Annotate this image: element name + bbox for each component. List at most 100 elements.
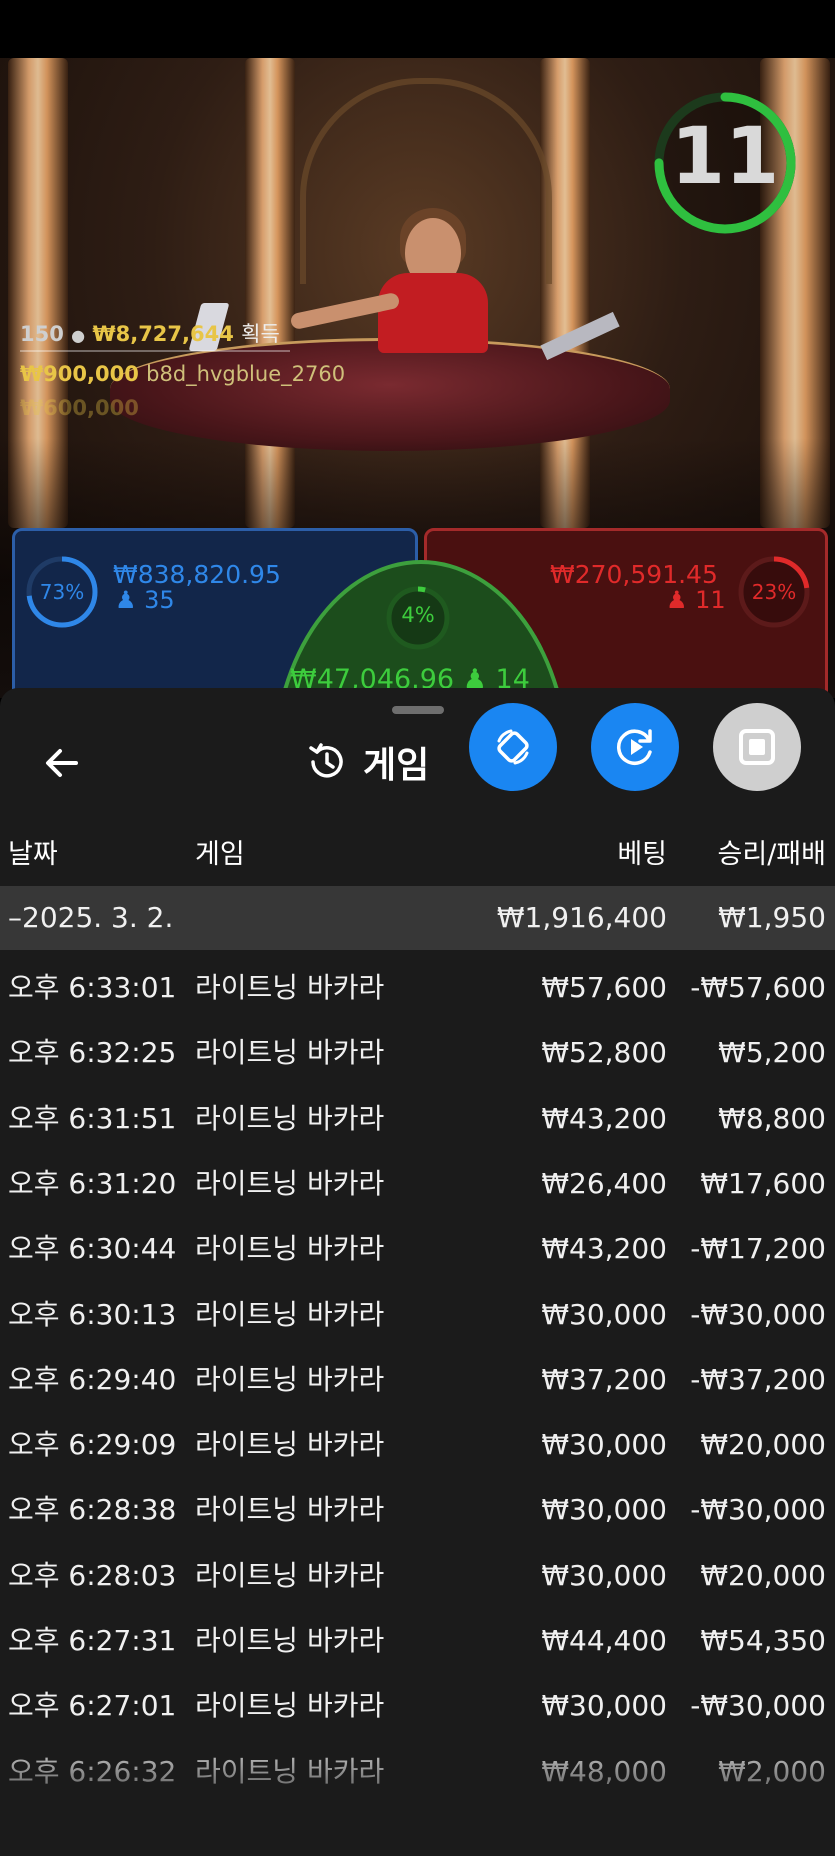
row-result: ₩17,600 (700, 1166, 826, 1200)
row-bet: ₩30,000 (541, 1493, 667, 1527)
row-time: 오후 6:33:01 (8, 971, 177, 1004)
player-percent: 73% (39, 580, 85, 604)
row-time: 오후 6:32:25 (8, 1036, 177, 1070)
row-bet: ₩43,200 (541, 1232, 667, 1266)
sheet-header: 게임 (305, 730, 429, 794)
row-time: 오후 6:29:40 (8, 1362, 177, 1396)
user-icon: ♟ (115, 586, 137, 614)
stop-icon (739, 729, 775, 765)
row-result: -₩30,000 (690, 1493, 826, 1527)
countdown-number: 11 (670, 112, 780, 202)
row-result: ₩8,800 (718, 1101, 826, 1135)
row-time: 오후 6:30:44 (8, 1232, 177, 1266)
arrow-left-icon[interactable] (40, 740, 86, 786)
top-bar (0, 0, 835, 58)
column-header-game: 게임 (195, 839, 245, 870)
column-header-bet: 베팅 (617, 839, 667, 870)
row-game: 라이트닝 바카라 (195, 971, 385, 1004)
row-bet: ₩52,800 (541, 1036, 667, 1070)
player-count: ♟ 35 (115, 586, 175, 614)
row-bet: ₩57,600 (541, 971, 667, 1004)
row-result: -₩30,000 (690, 1689, 826, 1723)
rotate-screen-button[interactable] (469, 703, 557, 791)
winners-feed-line-2: ₩900,000 b8d_hvgblue_2760 (20, 362, 345, 386)
table-row[interactable]: 오후 6:26:32 라이트닝 바카라 ₩48,000 ₩2,000 (0, 1740, 835, 1804)
table-row[interactable]: 오후 6:30:13 라이트닝 바카라 ₩30,000 -₩30,000 (0, 1283, 835, 1347)
date-group-content: –2025. 3. 2. ₩1,916,400 ₩1,950 (0, 886, 835, 950)
winners-feed-line-1: 150 ● ₩8,727,644 획득 (20, 318, 280, 348)
table-row[interactable]: 오후 6:31:20 라이트닝 바카라 ₩26,400 ₩17,600 (0, 1152, 835, 1216)
autoplay-icon (616, 729, 652, 765)
baccarat-table (110, 338, 670, 451)
row-time: 오후 6:29:09 (8, 1428, 177, 1462)
row-bet: ₩44,400 (541, 1624, 667, 1657)
column-header-date: 날짜 (8, 839, 58, 870)
table-row[interactable]: 오후 6:28:38 라이트닝 바카라 ₩30,000 -₩30,000 (0, 1478, 835, 1542)
row-game: 라이트닝 바카라 (195, 1493, 385, 1527)
row-time: 오후 6:27:31 (8, 1624, 177, 1657)
row-time: 오후 6:31:20 (8, 1166, 177, 1200)
player-amount: ₩838,820.95 (113, 560, 281, 589)
row-game: 라이트닝 바카라 (195, 1101, 385, 1135)
stop-button[interactable] (713, 703, 801, 791)
banker-count: ♟ 11 (666, 586, 726, 614)
table-row[interactable]: 오후 6:29:09 라이트닝 바카라 ₩30,000 ₩20,000 (0, 1413, 835, 1477)
row-result: ₩54,350 (700, 1624, 826, 1657)
row-bet: ₩30,000 (541, 1689, 667, 1723)
row-game: 라이트닝 바카라 (195, 1232, 385, 1266)
row-time: 오후 6:28:03 (8, 1558, 177, 1592)
row-game: 라이트닝 바카라 (195, 1297, 385, 1331)
sheet-drag-handle[interactable] (392, 706, 444, 714)
table-row[interactable]: 오후 6:29:40 라이트닝 바카라 ₩37,200 -₩37,200 (0, 1348, 835, 1412)
row-result: -₩37,200 (690, 1362, 826, 1396)
winner-username: b8d_hvgblue_2760 (146, 362, 346, 386)
user-icon: ♟ (666, 586, 688, 614)
table-row[interactable]: 오후 6:31:51 라이트닝 바카라 ₩43,200 ₩8,800 (0, 1087, 835, 1151)
row-game: 라이트닝 바카라 (195, 1558, 385, 1592)
history-clock-icon (309, 743, 343, 778)
winners-suffix: 획득 (241, 322, 280, 346)
row-bet: ₩30,000 (541, 1558, 667, 1592)
table-row[interactable]: 오후 6:33:01 라이트닝 바카라 ₩57,600 -₩57,600 (0, 956, 835, 1020)
row-game: 라이트닝 바카라 (195, 1428, 385, 1462)
row-result: ₩20,000 (700, 1558, 826, 1592)
banker-amount: ₩270,591.45 (550, 560, 718, 589)
table-row[interactable]: 오후 6:28:03 라이트닝 바카라 ₩30,000 ₩20,000 (0, 1544, 835, 1608)
column-header-result: 승리/패배 (717, 839, 826, 870)
table-row[interactable]: 오후 6:30:44 라이트닝 바카라 ₩43,200 -₩17,200 (0, 1217, 835, 1281)
banker-count-value: 11 (695, 586, 726, 614)
winners-rank: 150 (20, 322, 64, 346)
row-bet: ₩26,400 (541, 1166, 667, 1200)
row-time: 오후 6:27:01 (8, 1689, 177, 1723)
row-result: -₩57,600 (690, 971, 826, 1004)
user-icon: ● (71, 326, 86, 345)
table-row[interactable]: 오후 6:32:25 라이트닝 바카라 ₩52,800 ₩5,200 (0, 1021, 835, 1085)
row-time: 오후 6:31:51 (8, 1101, 177, 1135)
group-bet-total: ₩1,916,400 (496, 901, 667, 934)
group-result-total: ₩1,950 (718, 901, 826, 934)
row-time: 오후 6:28:38 (8, 1493, 177, 1527)
row-game: 라이트닝 바카라 (195, 1166, 385, 1200)
winner-amount: ₩900,000 (20, 362, 139, 386)
row-game: 라이트닝 바카라 (195, 1754, 385, 1788)
autoplay-button[interactable] (591, 703, 679, 791)
row-result: ₩20,000 (700, 1428, 826, 1462)
winner-amount: ₩600,000 (20, 396, 139, 420)
player-count-value: 35 (144, 586, 175, 614)
table-row[interactable]: 오후 6:27:31 라이트닝 바카라 ₩44,400 ₩54,350 (0, 1609, 835, 1673)
row-bet: ₩37,200 (541, 1362, 667, 1396)
row-result: -₩30,000 (690, 1297, 826, 1331)
row-game: 라이트닝 바카라 (195, 1689, 385, 1723)
row-game: 라이트닝 바카라 (195, 1362, 385, 1396)
row-bet: ₩30,000 (541, 1297, 667, 1331)
winners-amount: ₩8,727,644 (92, 322, 234, 346)
page-title: 게임 (363, 745, 430, 786)
row-bet: ₩30,000 (541, 1428, 667, 1462)
date-group-row[interactable]: –2025. 3. 2. ₩1,916,400 ₩1,950 (0, 886, 835, 950)
tie-percent: 4% (401, 603, 435, 627)
row-time: 오후 6:30:13 (8, 1297, 177, 1331)
dealer-body (378, 273, 488, 353)
table-row[interactable]: 오후 6:27:01 라이트닝 바카라 ₩30,000 -₩30,000 (0, 1674, 835, 1738)
banker-percent: 23% (751, 580, 797, 604)
row-result: ₩2,000 (718, 1754, 826, 1788)
